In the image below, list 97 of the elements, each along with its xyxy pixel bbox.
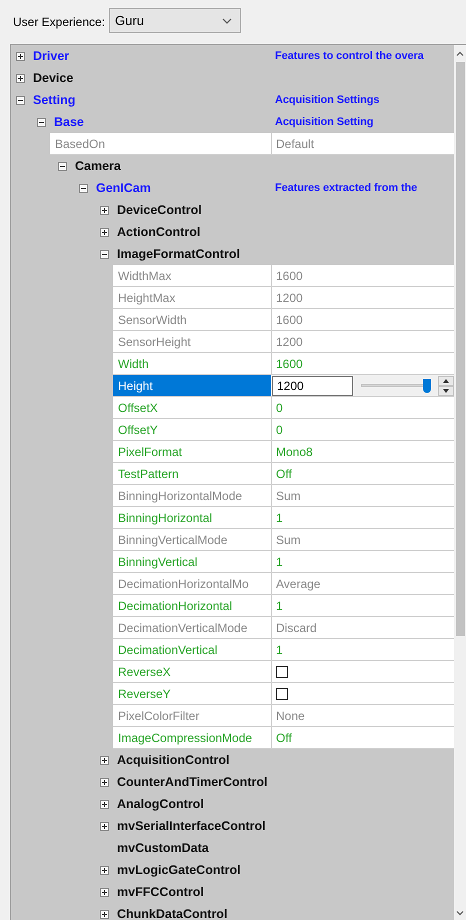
property-name[interactable]: DecimationHorizontal [113, 595, 271, 617]
property-name[interactable]: Height [113, 375, 271, 397]
property-name[interactable]: OffsetX [113, 397, 271, 419]
scrollbar[interactable] [454, 45, 466, 920]
collapse-icon[interactable] [100, 250, 109, 258]
property-name[interactable]: PixelColorFilter [113, 705, 271, 727]
field-label: User Experience: [13, 15, 106, 29]
tree-node-label[interactable]: GenICam [96, 181, 151, 195]
property-value: None [271, 705, 454, 727]
property-name[interactable]: BinningVertical [113, 551, 271, 573]
property-name[interactable]: ReverseX [113, 661, 271, 683]
property-name[interactable]: HeightMax [113, 287, 271, 309]
property-name[interactable]: BinningHorizontalMode [113, 485, 271, 507]
property-value: 1600 [271, 353, 454, 375]
tree-node-label[interactable]: CounterAndTimerControl [117, 775, 268, 789]
collapse-icon[interactable] [16, 96, 25, 104]
value-editor[interactable]: 1200 [271, 375, 454, 397]
property-value: Average [271, 573, 454, 595]
property-value: Sum [271, 485, 454, 507]
expand-icon[interactable] [100, 228, 109, 236]
tree-node-label[interactable]: Camera [75, 159, 121, 173]
expand-icon[interactable] [100, 778, 109, 786]
property-value: 0 [271, 419, 454, 441]
node-description: Acquisition Setting [274, 115, 374, 130]
collapse-icon[interactable] [58, 162, 67, 170]
property-value: 1200 [271, 331, 454, 353]
collapse-icon[interactable] [37, 118, 46, 126]
tree-node-label[interactable]: AcquisitionControl [117, 753, 230, 767]
property-value: 1 [271, 551, 454, 573]
collapse-icon[interactable] [79, 184, 88, 192]
property-value: Off [271, 463, 454, 485]
checkbox[interactable] [276, 688, 288, 700]
chevron-down-icon [222, 18, 232, 24]
scrollbar-thumb[interactable] [456, 62, 464, 636]
tree-node-label[interactable]: AnalogControl [117, 797, 204, 811]
property-name[interactable]: TestPattern [113, 463, 271, 485]
property-name[interactable]: SensorWidth [113, 309, 271, 331]
property-name[interactable]: OffsetY [113, 419, 271, 441]
property-value: Default [271, 133, 454, 155]
property-name[interactable]: Width [113, 353, 271, 375]
property-value: Off [271, 727, 454, 749]
property-value: 1 [271, 639, 454, 661]
tree-node-label[interactable]: mvSerialInterfaceControl [117, 819, 266, 833]
property-name[interactable]: WidthMax [113, 265, 271, 287]
tree-node-label[interactable]: Device [33, 71, 74, 85]
property-value: Mono8 [271, 441, 454, 463]
property-name[interactable]: BinningVerticalMode [113, 529, 271, 551]
tree-node-label[interactable]: mvLogicGateControl [117, 863, 241, 877]
property-value: 1600 [271, 309, 454, 331]
property-name[interactable]: ReverseY [113, 683, 271, 705]
caret-up-icon [443, 378, 449, 382]
property-value: Discard [271, 617, 454, 639]
node-description: Features to control the overa [274, 49, 424, 64]
expand-icon[interactable] [100, 866, 109, 874]
scroll-down-icon[interactable] [456, 911, 464, 916]
tree-node-label[interactable]: mvFFCControl [117, 885, 204, 899]
value-input[interactable]: 1200 [272, 376, 353, 396]
checkbox[interactable] [276, 666, 288, 678]
property-name[interactable]: DecimationVerticalMode [113, 617, 271, 639]
expand-icon[interactable] [16, 52, 25, 60]
expand-icon[interactable] [100, 822, 109, 830]
tree-node-label[interactable]: Setting [33, 93, 76, 107]
property-name[interactable]: BasedOn [50, 133, 271, 155]
property-name[interactable]: BinningHorizontal [113, 507, 271, 529]
property-name[interactable]: DecimationHorizontalMo [113, 573, 271, 595]
property-value: 1 [271, 507, 454, 529]
tree-node-label[interactable]: ActionControl [117, 225, 200, 239]
tree-node-label[interactable]: Base [54, 115, 84, 129]
expand-icon[interactable] [100, 800, 109, 808]
node-description: Features extracted from the [274, 181, 418, 196]
property-value: 1 [271, 595, 454, 617]
expand-icon[interactable] [16, 74, 25, 82]
property-name[interactable]: SensorHeight [113, 331, 271, 353]
caret-down-icon [443, 388, 449, 392]
node-description: Acquisition Settings [274, 93, 380, 108]
property-name[interactable]: DecimationVertical [113, 639, 271, 661]
tree-node-label[interactable]: Driver [33, 49, 70, 63]
property-value: 1600 [271, 265, 454, 287]
experience-dropdown[interactable]: Guru [109, 8, 242, 33]
property-value: Sum [271, 529, 454, 551]
property-name[interactable]: PixelFormat [113, 441, 271, 463]
slider-track[interactable] [361, 378, 431, 394]
spin-down-button[interactable] [438, 386, 454, 396]
property-value: 1200 [271, 287, 454, 309]
tree-node-label[interactable]: ImageFormatControl [117, 247, 240, 261]
tree-node-label[interactable]: DeviceControl [117, 203, 202, 217]
expand-icon[interactable] [100, 910, 109, 918]
tree-node-label[interactable]: mvCustomData [117, 841, 209, 855]
tree-node-label[interactable]: ChunkDataControl [117, 907, 228, 920]
expand-icon[interactable] [100, 206, 109, 214]
property-name[interactable]: ImageCompressionMode [113, 727, 271, 749]
property-value: 0 [271, 397, 454, 419]
spin-up-button[interactable] [438, 376, 454, 386]
expand-icon[interactable] [100, 756, 109, 764]
expand-icon[interactable] [100, 888, 109, 896]
slider-thumb[interactable] [423, 378, 431, 392]
scroll-up-icon[interactable] [456, 51, 464, 56]
